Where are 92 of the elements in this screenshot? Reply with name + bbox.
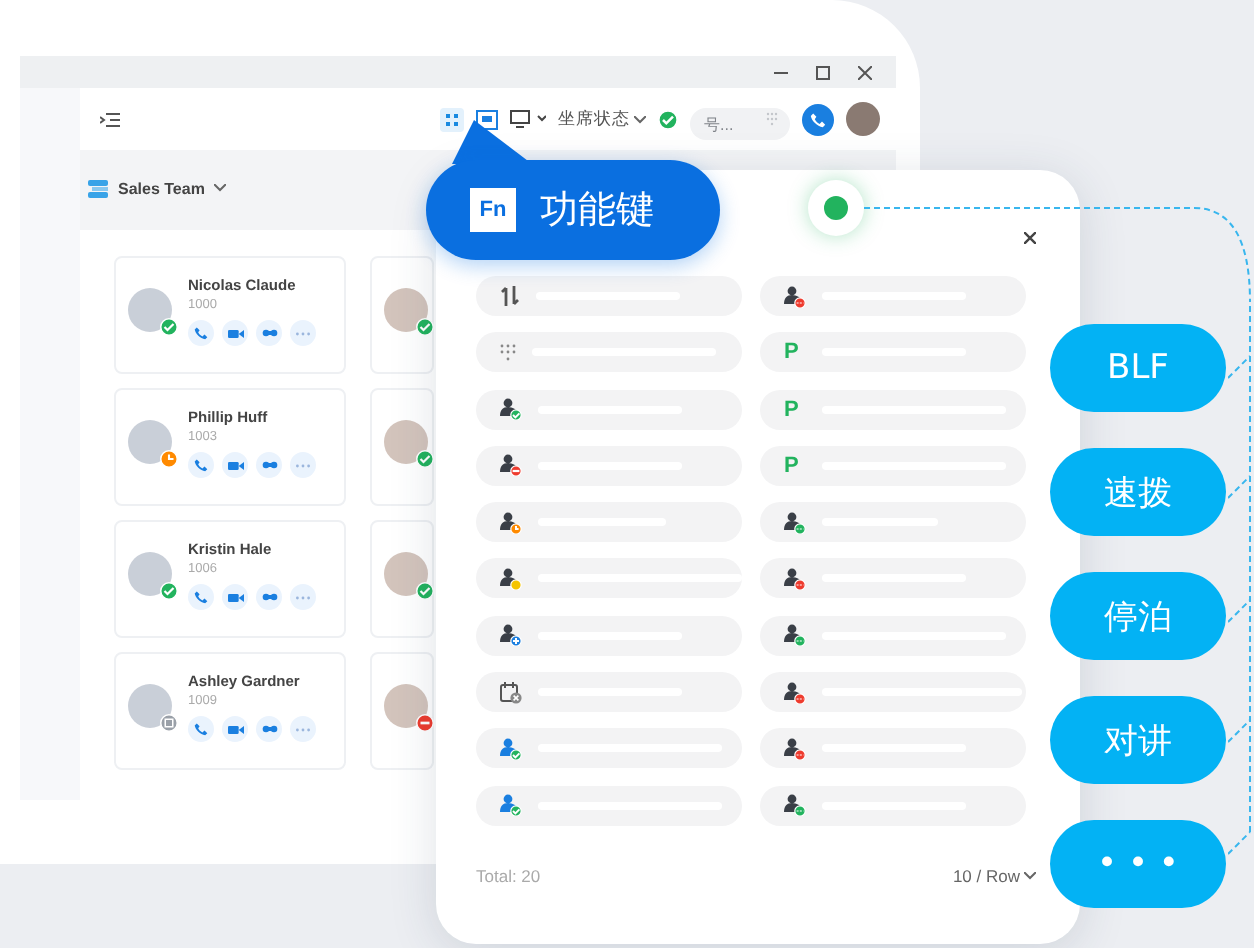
team-selector[interactable]: Sales Team bbox=[118, 179, 205, 197]
video-camera-icon bbox=[227, 591, 243, 603]
function-key[interactable] bbox=[476, 728, 742, 769]
park-icon: P bbox=[784, 453, 806, 478]
function-key[interactable] bbox=[760, 276, 1026, 316]
contact-card[interactable] bbox=[370, 256, 434, 374]
function-key[interactable]: P bbox=[760, 445, 1026, 486]
more-button[interactable] bbox=[290, 320, 316, 346]
calendar-icon bbox=[500, 681, 522, 704]
phone-icon bbox=[194, 590, 208, 604]
page-size-dropdown[interactable]: 10 / Row bbox=[952, 865, 1036, 886]
feature-pill[interactable]: BLF bbox=[1050, 324, 1226, 412]
contact-card[interactable] bbox=[370, 520, 434, 638]
more-button[interactable] bbox=[290, 716, 316, 742]
park-icon: P bbox=[784, 340, 806, 365]
avatar bbox=[128, 552, 172, 596]
close-icon[interactable] bbox=[1024, 232, 1036, 244]
function-key[interactable] bbox=[476, 276, 742, 316]
phone-icon bbox=[810, 111, 826, 127]
avatar bbox=[128, 684, 172, 728]
function-key-icon[interactable] bbox=[476, 109, 498, 129]
park-icon: P bbox=[784, 397, 806, 422]
user-avatar[interactable] bbox=[846, 102, 880, 136]
avatar bbox=[384, 288, 428, 332]
video-camera-icon bbox=[227, 723, 243, 735]
total-count: Total: 20 bbox=[476, 865, 541, 886]
avatar bbox=[128, 420, 172, 464]
monitor-icon[interactable] bbox=[510, 110, 546, 128]
avatar bbox=[128, 288, 172, 332]
function-key[interactable] bbox=[476, 785, 742, 826]
avatar bbox=[384, 420, 428, 464]
contact-card[interactable] bbox=[370, 388, 434, 506]
function-key[interactable] bbox=[760, 558, 1026, 599]
dialpad-icon bbox=[500, 343, 516, 362]
phone-button[interactable] bbox=[188, 584, 214, 610]
video-button[interactable] bbox=[222, 320, 248, 346]
maximize-icon[interactable] bbox=[816, 65, 830, 79]
video-camera-icon bbox=[227, 327, 243, 339]
function-key[interactable] bbox=[476, 389, 742, 430]
function-key[interactable] bbox=[476, 672, 742, 713]
avatar bbox=[384, 684, 428, 728]
video-button[interactable] bbox=[222, 716, 248, 742]
feature-pill[interactable]: 速拨 bbox=[1050, 448, 1226, 536]
function-key[interactable] bbox=[476, 558, 742, 599]
feature-pill[interactable]: • • • bbox=[1050, 820, 1226, 908]
function-key[interactable] bbox=[760, 615, 1026, 656]
qr-code-icon[interactable] bbox=[440, 107, 464, 131]
function-key[interactable] bbox=[760, 672, 1026, 713]
more-button[interactable] bbox=[290, 452, 316, 478]
menu-collapse-icon[interactable] bbox=[100, 111, 120, 127]
phone-icon bbox=[194, 458, 208, 472]
chevron-down-icon[interactable] bbox=[214, 184, 227, 192]
transfer-icon bbox=[500, 286, 520, 306]
voicemail-button[interactable] bbox=[256, 452, 282, 478]
search-field[interactable]: 号... bbox=[690, 108, 790, 140]
phone-icon bbox=[194, 326, 208, 340]
video-camera-icon bbox=[227, 459, 243, 471]
chevron-down-icon bbox=[634, 115, 646, 123]
video-button[interactable] bbox=[222, 584, 248, 610]
fn-badge: Fn bbox=[470, 188, 516, 232]
phone-icon bbox=[194, 722, 208, 736]
function-key[interactable] bbox=[760, 785, 1026, 826]
voicemail-icon bbox=[261, 460, 277, 470]
more-button[interactable] bbox=[290, 584, 316, 610]
chevron-down-icon bbox=[1024, 871, 1036, 880]
function-key[interactable] bbox=[476, 502, 742, 543]
call-button[interactable] bbox=[802, 103, 834, 135]
video-button[interactable] bbox=[222, 452, 248, 478]
avatar bbox=[384, 552, 428, 596]
voicemail-icon bbox=[261, 328, 277, 338]
voicemail-button[interactable] bbox=[256, 320, 282, 346]
function-key[interactable] bbox=[760, 502, 1026, 543]
team-icon bbox=[88, 179, 108, 197]
callout-label: 功能键 bbox=[540, 186, 654, 236]
function-key[interactable] bbox=[476, 445, 742, 486]
function-key[interactable]: P bbox=[760, 389, 1026, 430]
function-key[interactable]: P bbox=[760, 332, 1026, 373]
feature-pill[interactable]: 停泊 bbox=[1050, 572, 1226, 660]
voicemail-button[interactable] bbox=[256, 584, 282, 610]
contact-card[interactable] bbox=[370, 652, 434, 770]
phone-button[interactable] bbox=[188, 716, 214, 742]
feature-pill[interactable]: 对讲 bbox=[1050, 696, 1226, 784]
phone-button[interactable] bbox=[188, 452, 214, 478]
agent-status-dropdown[interactable]: 坐席状态 bbox=[558, 107, 646, 131]
function-key[interactable] bbox=[476, 615, 742, 656]
function-key[interactable] bbox=[760, 728, 1026, 769]
voicemail-icon bbox=[261, 592, 277, 602]
voicemail-button[interactable] bbox=[256, 716, 282, 742]
connector-curve bbox=[1194, 206, 1254, 302]
voicemail-icon bbox=[261, 724, 277, 734]
phone-button[interactable] bbox=[188, 320, 214, 346]
close-icon[interactable] bbox=[858, 65, 872, 79]
